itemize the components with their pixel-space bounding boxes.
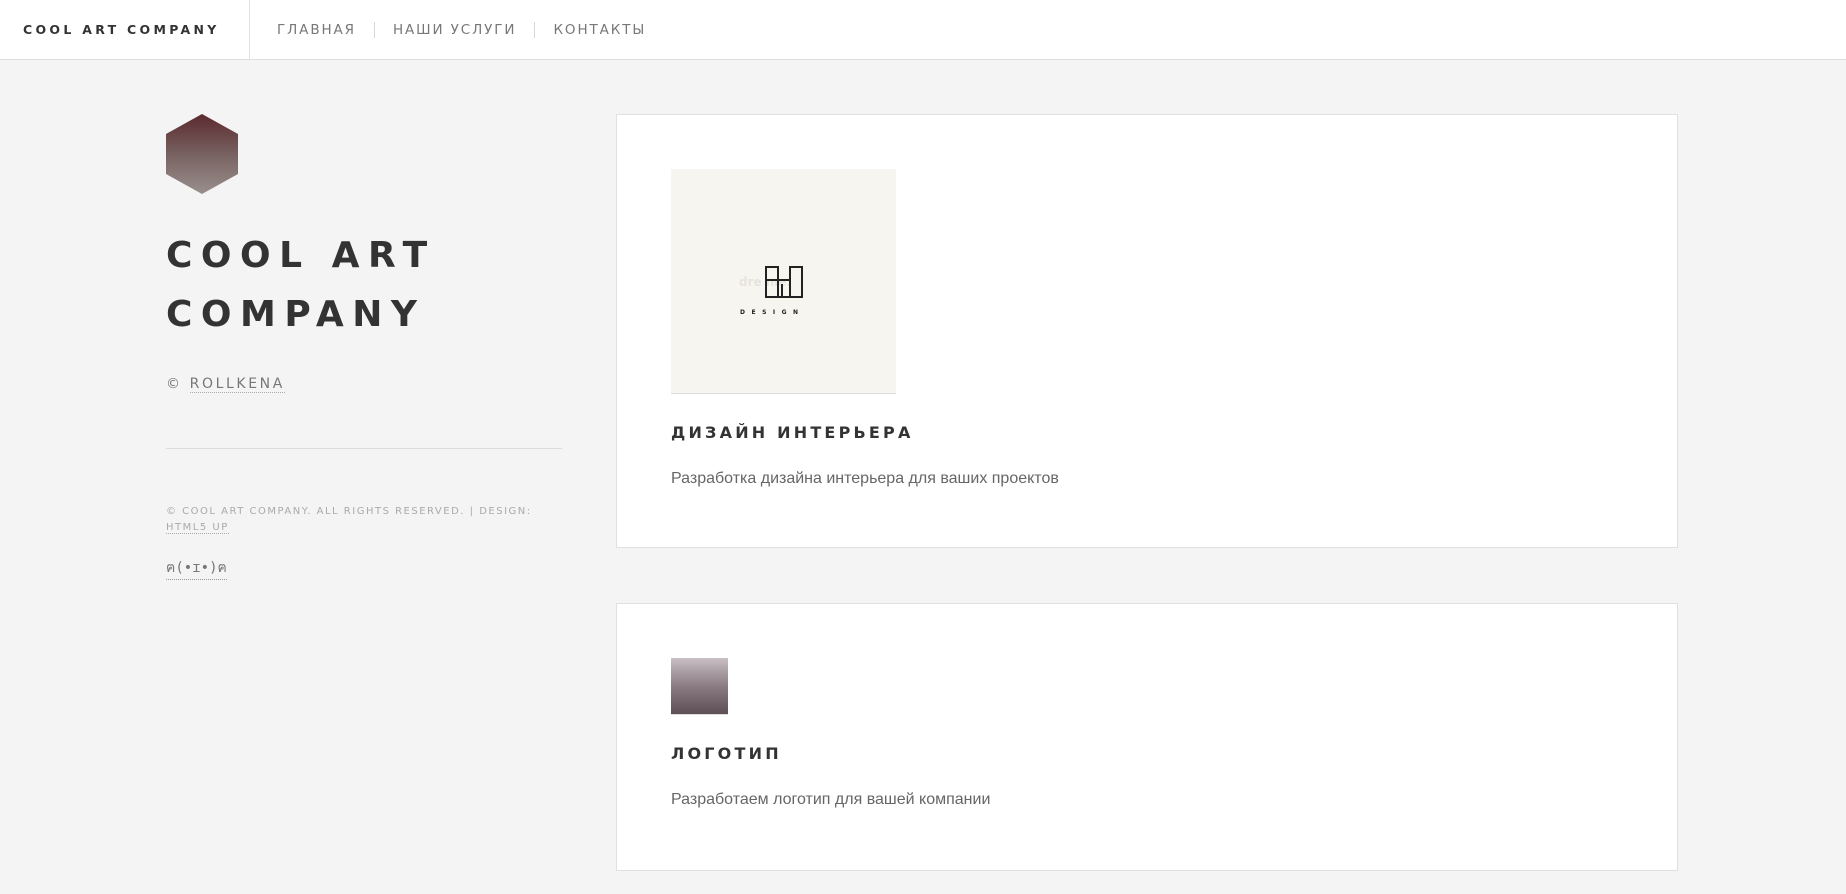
nav-link-contacts[interactable]: КОНТАКТЫ [535,22,664,38]
site-title: COOL ART COMPANY [166,226,562,344]
design-credit-link[interactable]: HTML5 UP [166,522,229,534]
site-title-line-2: COMPANY [166,294,426,335]
card-title-interior: ДИЗАЙН ИНТЕРЬЕРА [671,423,914,442]
interior-design-image[interactable]: dre me. DESIGN [671,169,896,394]
card-title-logo: ЛОГОТИП [671,744,782,763]
service-card-interior: dre me. DESIGN ДИЗАЙН ИНТЕРЬЕРА Разработ… [616,114,1678,548]
site-title-line-1: COOL ART [166,235,436,276]
brand-link[interactable]: COOL ART COMPANY [23,0,220,60]
card-body: dre me. DESIGN [671,169,896,394]
nav-link-home[interactable]: ГЛАВНАЯ [250,22,374,38]
card-desc-logo: Разработаем логотип для вашей компании [671,791,991,808]
footer-credits: © COOL ART COMPANY. ALL RIGHTS RESERVED.… [166,504,562,536]
footer-copyright-text: © COOL ART COMPANY. ALL RIGHTS RESERVED.… [166,506,532,517]
card-desc-interior: Разработка дизайна интерьера для ваших п… [671,470,1059,487]
nav-item-services: НАШИ УСЛУГИ [373,22,534,38]
sidebar: COOL ART COMPANY © ROLLKENA © COOL ART C… [166,114,562,580]
card-body [671,658,728,715]
nav-link-services[interactable]: НАШИ УСЛУГИ [375,22,534,38]
emoticon-link[interactable]: ฅ(•ɪ•)ฅ [166,557,227,580]
furniture-logo-icon [765,266,803,298]
hexagon-logo-icon[interactable] [166,114,238,194]
author-line: © ROLLKENA [166,376,562,393]
sidebar-divider [166,448,562,449]
nav-item-contacts: КОНТАКТЫ [534,22,664,38]
logo-service-image[interactable] [671,658,728,715]
nav-item-home: ГЛАВНАЯ [250,22,374,38]
top-navbar: COOL ART COMPANY ГЛАВНАЯ НАШИ УСЛУГИ КОН… [0,0,1846,60]
author-link[interactable]: ROLLKENA [189,376,285,393]
image-design-label: DESIGN [740,309,805,316]
copyright-symbol: © [166,376,183,392]
main-nav: ГЛАВНАЯ НАШИ УСЛУГИ КОНТАКТЫ [250,0,664,60]
service-card-logo: ЛОГОТИП Разработаем логотип для вашей ко… [616,603,1678,871]
